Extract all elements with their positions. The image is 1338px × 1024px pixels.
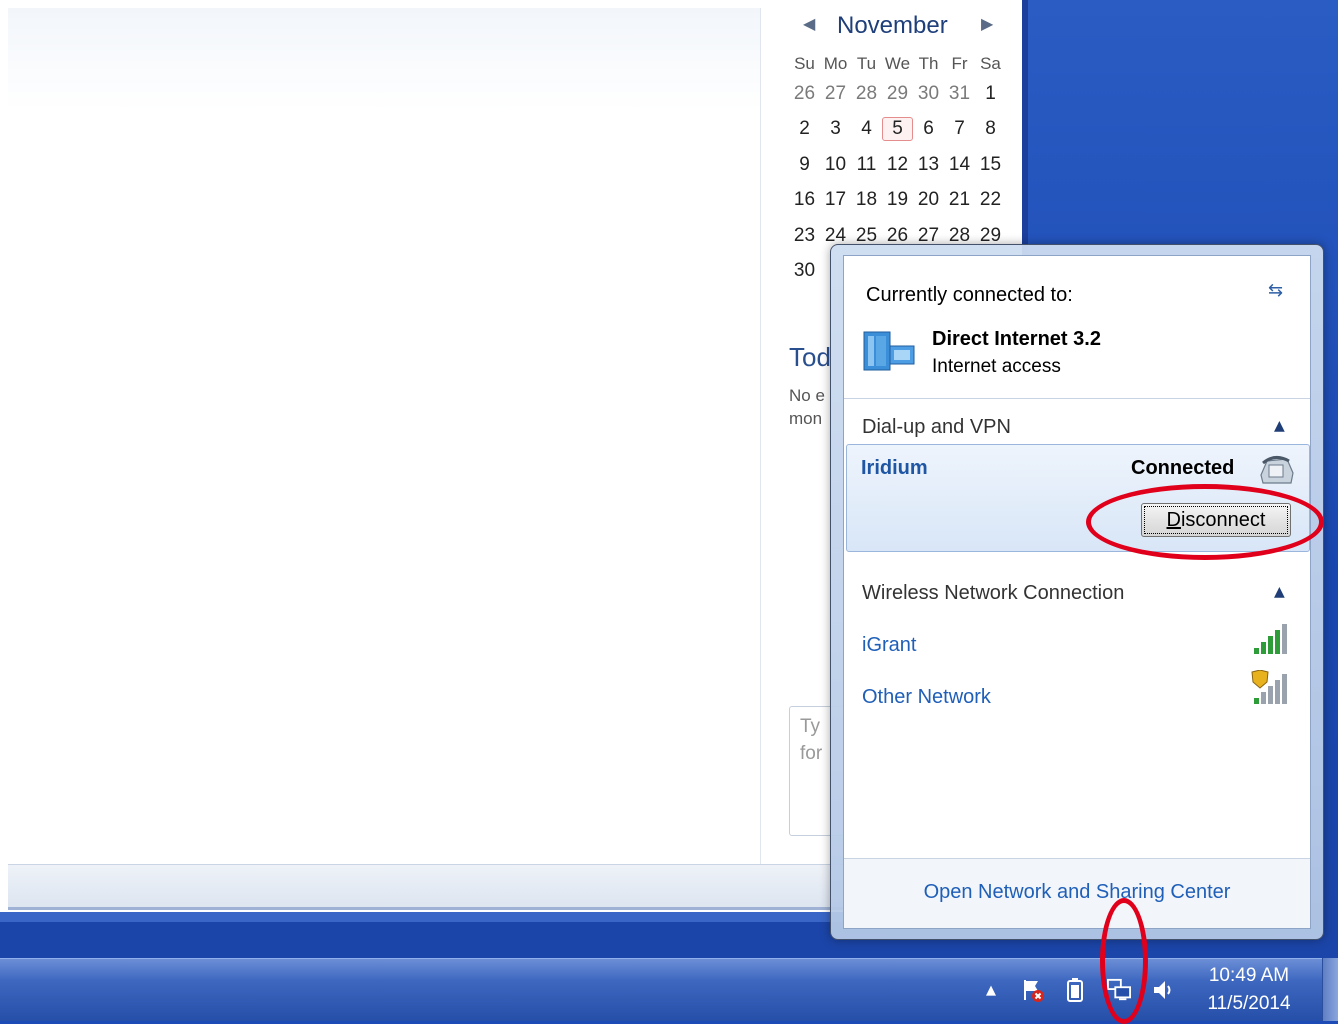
days-of-week-row: Su Mo Tu We Th Fr Sa <box>789 52 1009 76</box>
calendar-week: 26 27 28 29 30 31 1 <box>789 76 1009 112</box>
calendar-day[interactable]: 11 <box>851 154 882 176</box>
dialup-phone-icon <box>1260 456 1294 484</box>
wireless-section-title[interactable]: Wireless Network Connection <box>862 582 1124 605</box>
calendar-day[interactable]: 6 <box>913 118 944 140</box>
calendar-day[interactable]: 22 <box>975 189 1006 211</box>
collapse-wireless-chevron-icon[interactable]: ▲ <box>1274 584 1285 600</box>
show-desktop-button[interactable] <box>1322 958 1338 1021</box>
open-network-sharing-center-link[interactable]: Open Network and Sharing Center <box>844 881 1310 904</box>
vpn-connection-name: Iridium <box>861 457 928 479</box>
calendar-day[interactable]: 10 <box>820 154 851 176</box>
show-hidden-icons-chevron-icon[interactable]: ▲ <box>979 978 1003 1002</box>
calendar-month-title: November <box>837 12 948 39</box>
calendar-day[interactable]: 17 <box>820 189 851 211</box>
calendar-day[interactable]: 18 <box>851 189 882 211</box>
action-center-flag-icon[interactable] <box>1021 978 1045 1002</box>
calendar-header: ◀ November ▶ <box>761 12 1023 42</box>
calendar-day[interactable]: 19 <box>882 189 913 211</box>
calendar-day[interactable]: 20 <box>913 189 944 211</box>
calendar-week: 9 10 11 12 13 14 15 <box>789 147 1009 183</box>
collapse-dialup-chevron-icon[interactable]: ▲ <box>1274 418 1285 434</box>
calendar-day[interactable]: 1 <box>975 83 1006 105</box>
calendar-day[interactable]: 27 <box>820 83 851 105</box>
calendar-week: 2 3 4 5 6 7 8 <box>789 112 1009 148</box>
calendar-day[interactable]: 28 <box>851 83 882 105</box>
calendar-day[interactable]: 30 <box>913 83 944 105</box>
calendar-day[interactable]: 31 <box>944 83 975 105</box>
calendar-day[interactable]: 16 <box>789 189 820 211</box>
refresh-icon[interactable]: ⇆ <box>1268 280 1283 301</box>
day-of-week-label: Mo <box>823 54 848 73</box>
clock-date: 11/5/2014 <box>1207 993 1291 1014</box>
calendar-day[interactable]: 8 <box>975 118 1006 140</box>
calendar-day[interactable]: 26 <box>789 83 820 105</box>
wifi-network-other[interactable]: Other Network <box>862 686 991 709</box>
calendar-day[interactable]: 4 <box>851 118 882 140</box>
network-globe-icon <box>863 331 915 371</box>
main-content-area <box>8 8 760 864</box>
calendar-day[interactable]: 15 <box>975 154 1006 176</box>
volume-icon[interactable] <box>1151 978 1175 1002</box>
wifi-signal-secured-icon <box>1251 670 1287 704</box>
new-task-placeholder: Ty <box>800 716 821 737</box>
current-network-name: Direct Internet 3.2 <box>932 328 1101 350</box>
day-of-week-label: Tu <box>856 54 877 73</box>
calendar-day-today[interactable]: 5 <box>882 117 913 142</box>
dialup-section-title[interactable]: Dial-up and VPN <box>862 416 1011 439</box>
currently-connected-label: Currently connected to: <box>866 284 1073 306</box>
calendar-day[interactable]: 29 <box>882 83 913 105</box>
calendar-day[interactable]: 2 <box>789 118 820 140</box>
day-of-week-label: Th <box>918 54 939 73</box>
wifi-network-igrant[interactable]: iGrant <box>862 634 916 657</box>
todo-heading: Tod <box>789 342 831 372</box>
todo-message-line: No e <box>789 386 825 405</box>
calendar-day[interactable]: 23 <box>789 225 820 247</box>
calendar-day[interactable]: 14 <box>944 154 975 176</box>
calendar-day[interactable]: 3 <box>820 118 851 140</box>
section-divider <box>844 398 1310 399</box>
calendar-day[interactable]: 12 <box>882 154 913 176</box>
current-network-access: Internet access <box>932 356 1061 377</box>
calendar-day[interactable]: 13 <box>913 154 944 176</box>
todo-message-line: mon <box>789 409 823 428</box>
next-month-icon[interactable]: ▶ <box>981 14 993 33</box>
day-of-week-label: Su <box>794 54 815 73</box>
day-of-week-label: We <box>884 54 911 73</box>
day-of-week-label: Sa <box>980 54 1001 73</box>
network-flyout: Currently connected to: ⇆ Direct Interne… <box>830 244 1324 940</box>
todo-message: No e mon <box>789 384 825 430</box>
calendar-day[interactable]: 30 <box>789 260 820 282</box>
taskbar-clock[interactable]: 10:49 AM 11/5/2014 <box>1190 962 1308 1018</box>
annotation-circle-network-icon <box>1100 898 1148 1024</box>
calendar-week: 16 17 18 19 20 21 22 <box>789 183 1009 219</box>
calendar-day[interactable]: 7 <box>944 118 975 140</box>
calendar-day[interactable]: 9 <box>789 154 820 176</box>
calendar-day[interactable]: 21 <box>944 189 975 211</box>
battery-icon[interactable] <box>1063 978 1087 1002</box>
clock-time: 10:49 AM <box>1208 965 1290 986</box>
wifi-signal-full-icon <box>1254 624 1287 654</box>
previous-month-icon[interactable]: ◀ <box>803 14 815 33</box>
new-task-placeholder: for <box>800 743 823 764</box>
network-flyout-panel: Currently connected to: ⇆ Direct Interne… <box>843 255 1311 929</box>
flyout-footer: Open Network and Sharing Center <box>844 858 1310 928</box>
day-of-week-label: Fr <box>951 54 968 73</box>
annotation-circle-disconnect <box>1086 484 1324 560</box>
vpn-connection-status: Connected <box>1131 457 1235 479</box>
